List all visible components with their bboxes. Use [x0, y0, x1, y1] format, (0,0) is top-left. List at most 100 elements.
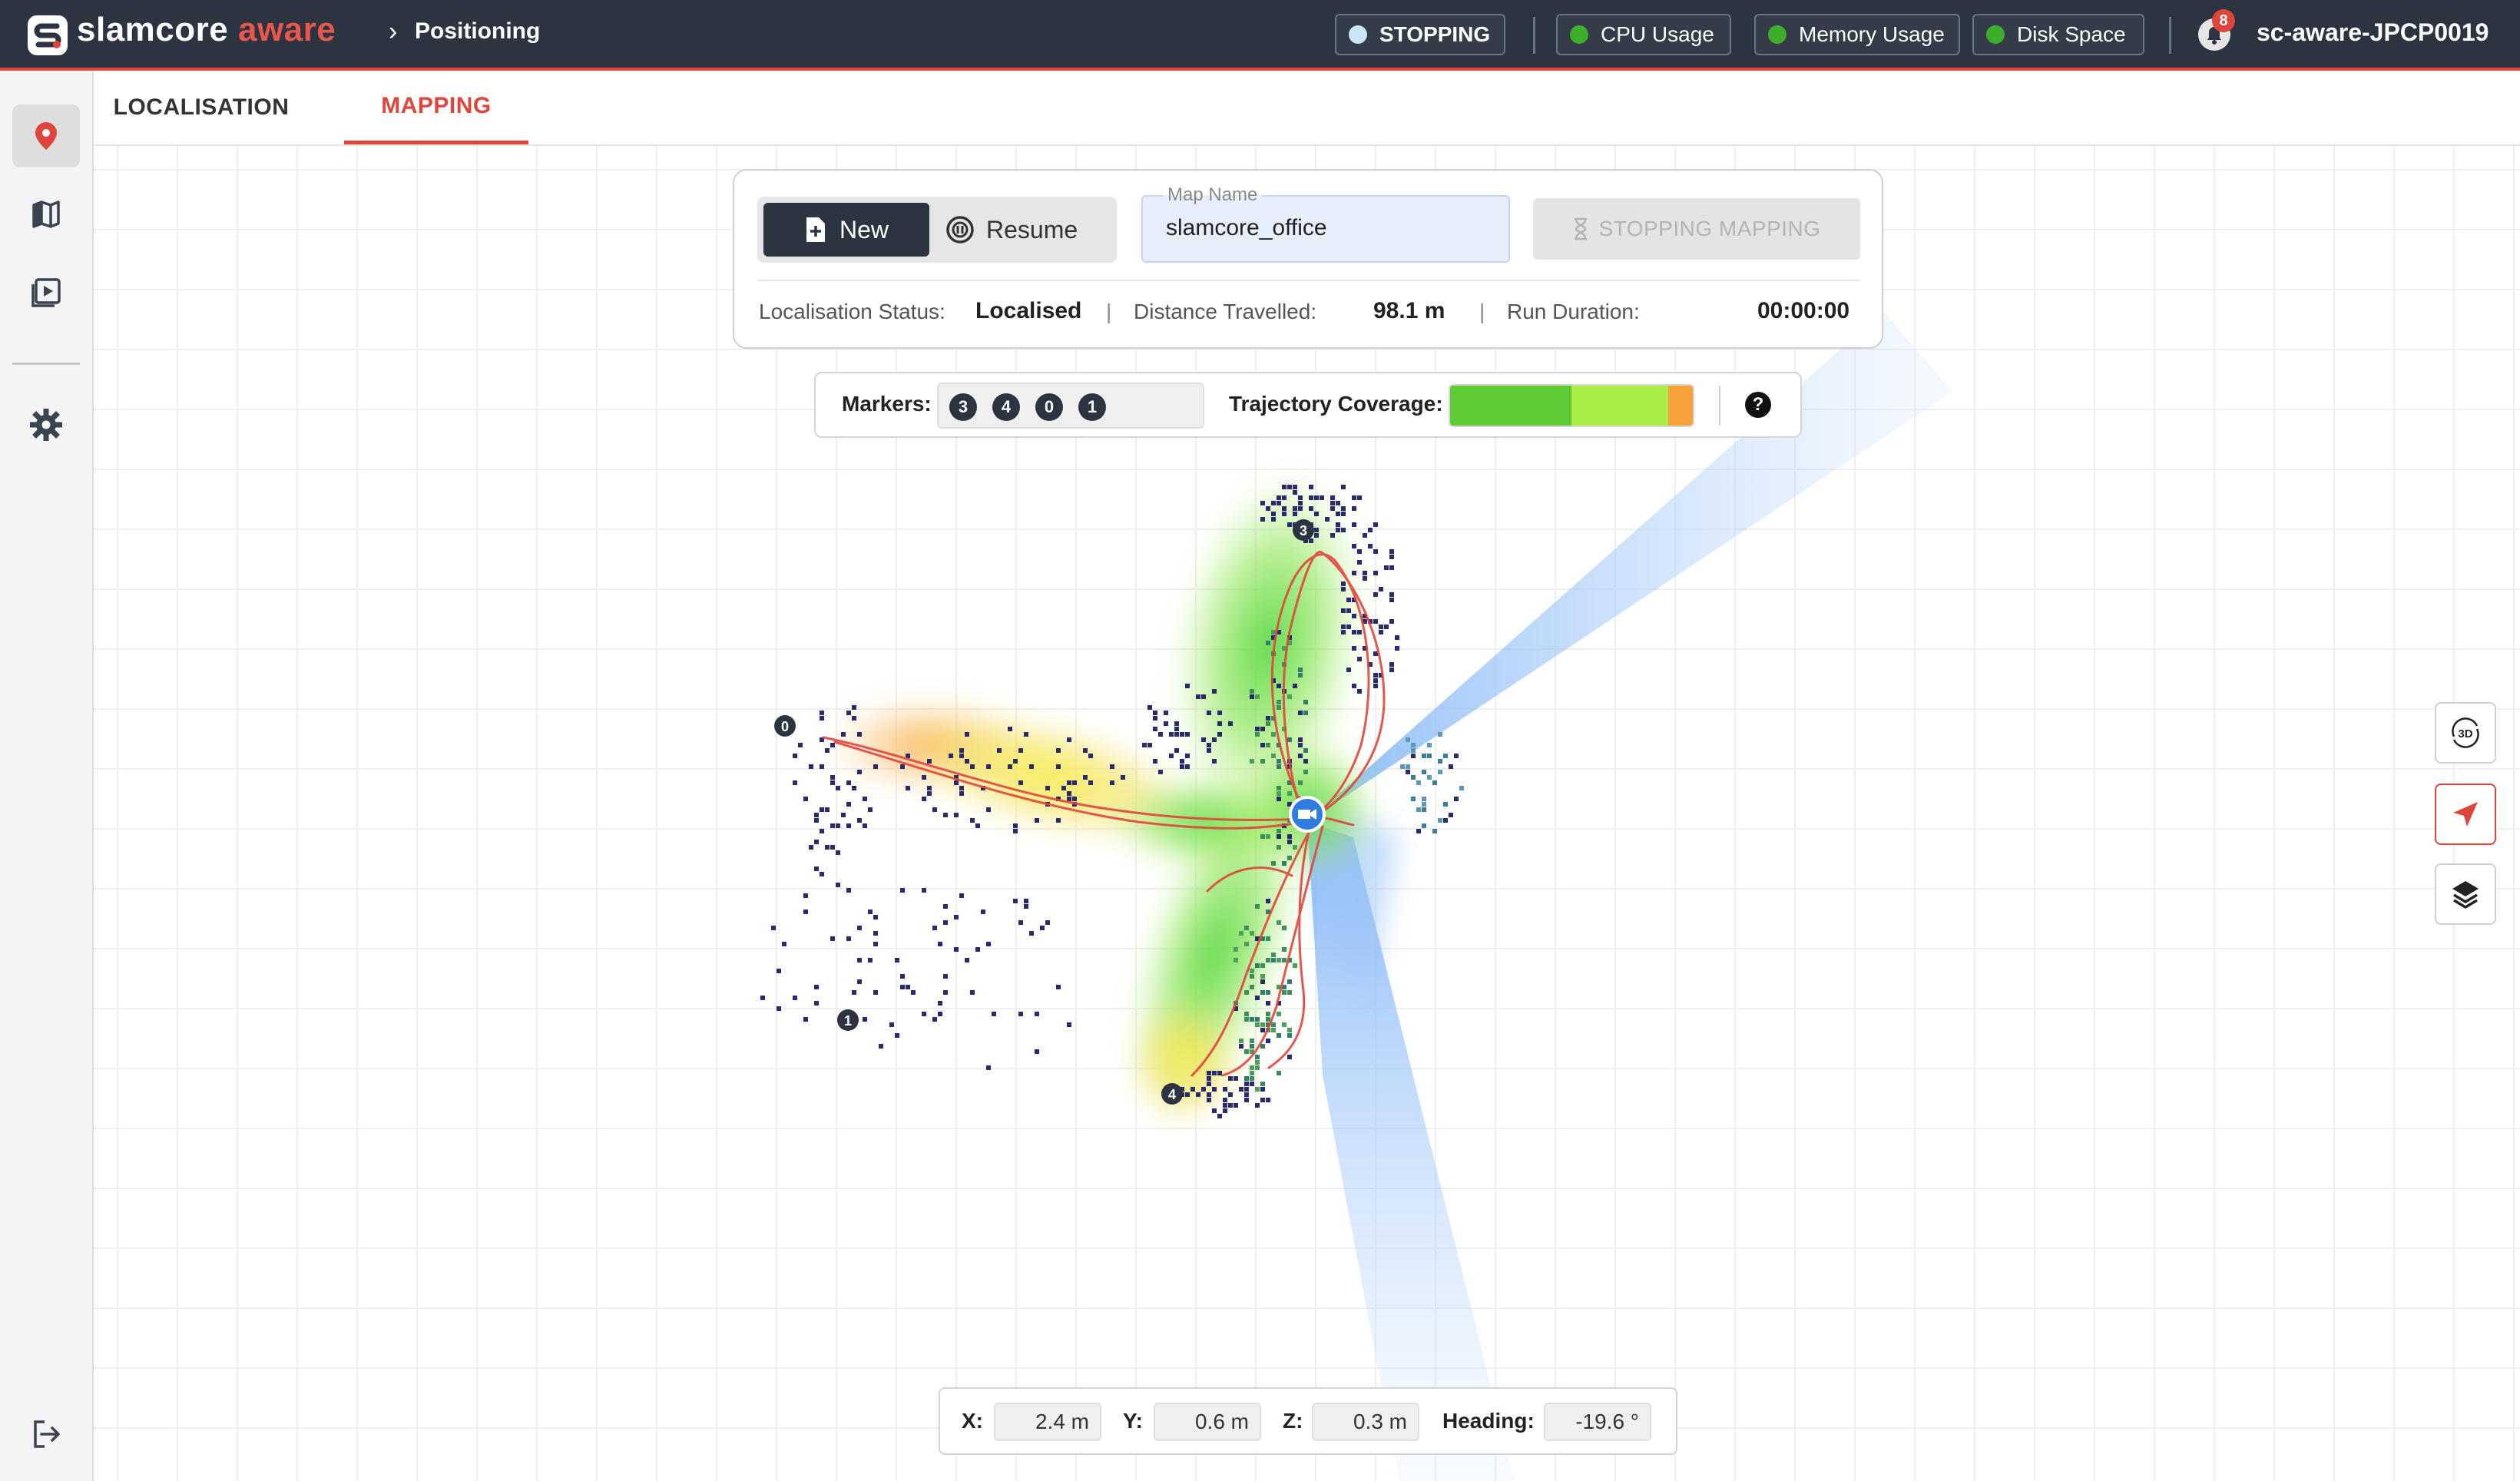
map-name-label: Map Name	[1163, 184, 1263, 206]
point-cloud-dot	[1250, 1039, 1254, 1043]
point-cloud-dot	[906, 985, 910, 989]
point-cloud-dot	[1061, 786, 1066, 790]
point-cloud-dot	[1293, 963, 1297, 968]
map-marker-0[interactable]: 0	[774, 715, 796, 737]
follow-robot-button[interactable]	[2435, 784, 2496, 845]
point-cloud-dot	[1336, 501, 1340, 505]
resume-map-button[interactable]: Resume	[939, 203, 1111, 257]
breadcrumb-positioning[interactable]: Positioning	[415, 18, 540, 45]
disk-health-dot	[1986, 25, 2005, 44]
point-cloud-dot	[1298, 668, 1303, 672]
system-status-badge[interactable]: STOPPING	[1335, 14, 1505, 55]
gear-icon	[30, 409, 62, 441]
map-marker-1[interactable]: 1	[837, 1009, 859, 1031]
point-cloud-dot	[1282, 495, 1286, 500]
point-cloud-dot	[1067, 797, 1071, 801]
sidebar-item-recordings[interactable]	[12, 261, 80, 324]
stat-divider: |	[1479, 300, 1485, 323]
point-cloud-dot	[1303, 770, 1308, 774]
cpu-usage-badge[interactable]: CPU Usage	[1556, 14, 1731, 55]
point-cloud-dot	[1212, 1071, 1217, 1075]
point-cloud-dot	[836, 823, 840, 828]
point-cloud-dot	[1406, 737, 1410, 742]
device-name[interactable]: sc-aware-JPCP0019	[2257, 18, 2489, 47]
point-cloud-dot	[1438, 770, 1442, 774]
sidebar-item-settings[interactable]	[12, 393, 80, 456]
point-cloud-dot	[1255, 1087, 1260, 1092]
point-cloud-dot	[809, 845, 813, 850]
point-cloud-dot	[1196, 694, 1200, 699]
new-map-button[interactable]: New	[763, 203, 929, 257]
point-cloud-dot	[900, 764, 905, 769]
point-cloud-dot	[820, 711, 824, 715]
help-icon[interactable]: ?	[1745, 392, 1771, 418]
point-cloud-dot	[1260, 1028, 1265, 1032]
point-cloud-dot	[1287, 791, 1292, 796]
marker-badge[interactable]: 1	[1078, 393, 1106, 421]
point-cloud-dot	[1298, 506, 1303, 511]
point-cloud-dot	[1389, 668, 1394, 672]
point-cloud-dot	[954, 780, 959, 785]
point-cloud-dot	[1427, 754, 1432, 758]
point-cloud-dot	[1379, 625, 1383, 629]
point-cloud-dot	[922, 797, 926, 801]
point-cloud-dot	[1449, 764, 1453, 769]
point-cloud-dot	[1389, 598, 1394, 602]
pose-readout: X: 2.4 m Y: 0.6 m Z: 0.3 m Heading: -19.…	[939, 1387, 1677, 1455]
point-cloud-dot	[793, 996, 797, 1000]
point-cloud-dot	[1373, 549, 1378, 554]
run-duration-value: 00:00:00	[1757, 298, 1850, 323]
tab-mapping[interactable]: MAPPING	[344, 71, 528, 144]
distance-travelled-label: Distance Travelled:	[1134, 300, 1317, 323]
point-cloud-dot	[1223, 1087, 1227, 1092]
point-cloud-dot	[830, 780, 835, 785]
sidebar-item-logout[interactable]	[12, 1403, 80, 1466]
stat-divider: |	[1106, 300, 1112, 323]
point-cloud-dot	[1293, 490, 1297, 495]
map-marker-4[interactable]: 4	[1161, 1083, 1183, 1105]
point-cloud-dot	[1416, 807, 1421, 812]
point-cloud-dot	[1250, 1071, 1254, 1075]
sidebar-item-positioning[interactable]	[12, 104, 80, 167]
memory-usage-badge[interactable]: Memory Usage	[1754, 14, 1960, 55]
point-cloud-dot	[1352, 614, 1356, 618]
point-cloud-dot	[1260, 974, 1265, 979]
marker-badge[interactable]: 3	[949, 393, 977, 421]
map-marker-3[interactable]: 3	[1293, 519, 1314, 541]
point-cloud-dot	[1056, 764, 1061, 769]
marker-badge[interactable]: 0	[1035, 393, 1063, 421]
point-cloud-dot	[1293, 485, 1297, 489]
stop-mapping-button[interactable]: STOPPING MAPPING	[1533, 198, 1860, 260]
point-cloud-dot	[1330, 495, 1335, 500]
point-cloud-dot	[1406, 770, 1410, 774]
point-cloud-dot	[1072, 797, 1077, 801]
point-cloud-dot	[1266, 990, 1270, 995]
point-cloud-dot	[1277, 1071, 1281, 1075]
point-cloud-dot	[1234, 947, 1238, 952]
point-cloud-dot	[1207, 711, 1211, 715]
tab-localisation[interactable]: LOCALISATION	[114, 71, 289, 144]
point-cloud-dot	[1228, 1076, 1233, 1081]
sidebar-item-maps[interactable]	[12, 183, 80, 246]
point-cloud-dot	[1223, 1098, 1227, 1102]
point-cloud-dot	[1298, 780, 1303, 785]
marker-badge[interactable]: 4	[992, 393, 1020, 421]
point-cloud-dot	[1298, 673, 1303, 678]
point-cloud-dot	[825, 748, 830, 753]
point-cloud-dot	[1244, 1087, 1249, 1092]
point-cloud-dot	[1277, 700, 1281, 704]
point-cloud-dot	[873, 990, 878, 995]
map-name-input[interactable]	[1166, 215, 1488, 241]
toggle-3d-view-button[interactable]: 3D	[2435, 702, 2496, 764]
point-cloud-dot	[1346, 608, 1351, 613]
point-cloud-dot	[1250, 974, 1254, 979]
point-cloud-dot	[1158, 732, 1163, 737]
point-cloud-dot	[1260, 990, 1265, 995]
map-pin-icon	[35, 122, 57, 150]
point-cloud-dot	[1088, 754, 1093, 758]
point-cloud-dot	[997, 748, 1002, 753]
point-cloud-dot	[1018, 780, 1023, 785]
layers-button[interactable]	[2435, 863, 2496, 925]
disk-space-badge[interactable]: Disk Space	[1972, 14, 2144, 55]
point-cloud-dot	[1346, 625, 1351, 629]
